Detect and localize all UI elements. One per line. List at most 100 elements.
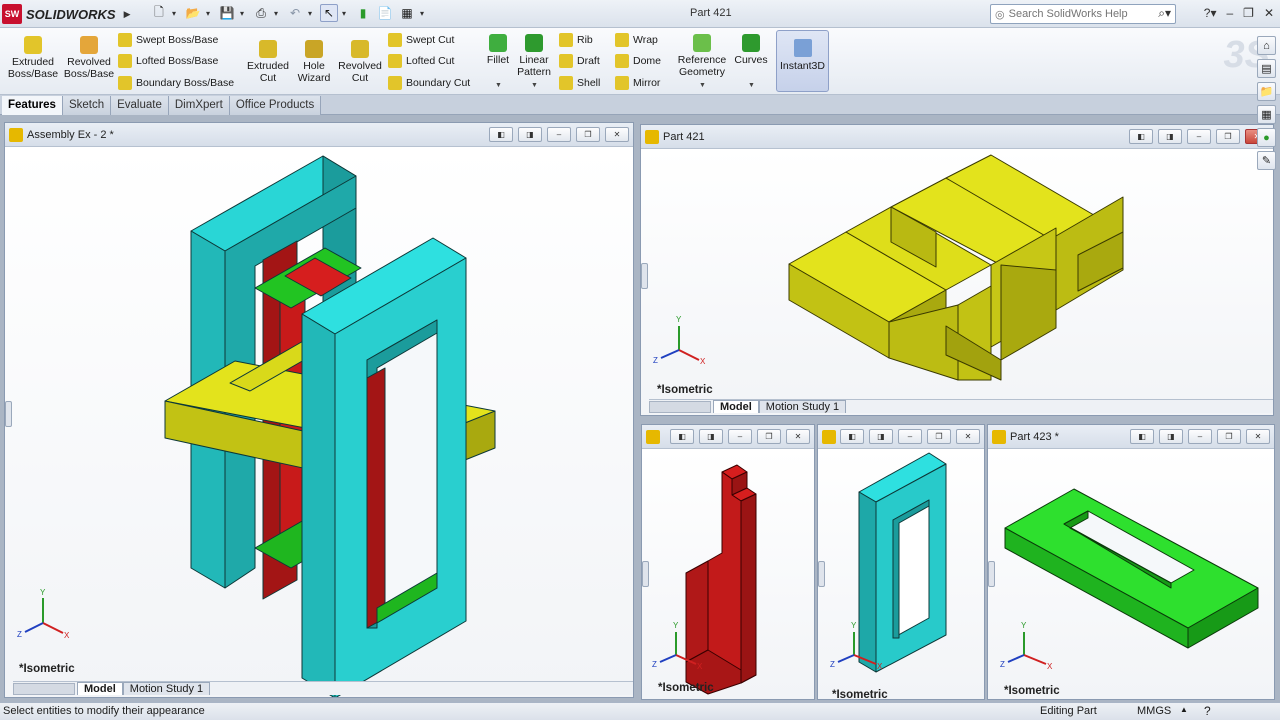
design-library-icon[interactable]: ▤ <box>1257 59 1276 78</box>
restore-icon[interactable]: ❐ <box>1217 429 1241 444</box>
close-icon[interactable]: ✕ <box>786 429 810 444</box>
shell-button[interactable]: Shell <box>559 76 600 90</box>
extruded-cut-button[interactable]: Extruded Cut <box>244 40 292 84</box>
tab-model[interactable]: Model <box>77 682 123 695</box>
fillet-dropdown-icon[interactable]: ▼ <box>495 82 502 89</box>
restore-icon[interactable]: ❐ <box>1243 6 1254 20</box>
curves-dropdown-icon[interactable]: ▼ <box>748 82 755 89</box>
close-icon[interactable]: ✕ <box>605 127 629 142</box>
close-icon[interactable]: ✕ <box>1246 429 1270 444</box>
dome-button[interactable]: Dome <box>615 54 661 68</box>
help-icon[interactable]: ?▾ <box>1204 6 1217 20</box>
boundary-boss-button[interactable]: Boundary Boss/Base <box>118 76 234 90</box>
menu-arrow-icon[interactable]: ▶ <box>124 9 131 20</box>
part423-window[interactable]: Part 423 * ◧ ◨ – ❐ ✕ Y X Z *Isometric <box>987 424 1275 700</box>
feature-tree-handle[interactable] <box>5 401 12 427</box>
instant3d-button[interactable]: Instant3D <box>776 30 829 92</box>
assembly-window[interactable]: Assembly Ex - 2 * ◧ ◨ – ❐ ✕ Y X Z *Isome… <box>4 122 634 698</box>
hole-wizard-button[interactable]: Hole Wizard <box>292 40 336 84</box>
revolved-boss-button[interactable]: Revolved Boss/Base <box>62 36 116 80</box>
part-cyan-window[interactable]: ◧ ◨ – ❐ ✕ Y X Z *Isometric <box>817 424 985 700</box>
tab-model[interactable]: Model <box>713 400 759 413</box>
solidworks-logo[interactable]: SW SOLIDWORKS ▶ <box>2 3 130 25</box>
unit-system[interactable]: MMGS <box>1137 705 1171 717</box>
wrap-button[interactable]: Wrap <box>615 33 658 47</box>
tile-left-icon[interactable]: ◧ <box>840 429 864 444</box>
fillet-button[interactable]: Fillet <box>484 34 512 66</box>
curves-button[interactable]: Curves <box>732 34 770 66</box>
search-icon[interactable]: ⌕▾ <box>1158 6 1171 21</box>
linear-pattern-button[interactable]: Linear Pattern <box>514 34 554 78</box>
tile-left-icon[interactable]: ◧ <box>489 127 513 142</box>
close-icon[interactable]: ✕ <box>1264 6 1274 20</box>
revolved-cut-button[interactable]: Revolved Cut <box>336 40 384 84</box>
status-help-icon[interactable]: ? <box>1204 704 1211 718</box>
tab-motion-study[interactable]: Motion Study 1 <box>122 682 211 695</box>
help-search-box[interactable]: ◎ ⌕▾ <box>990 4 1176 24</box>
restore-icon[interactable]: ❐ <box>576 127 600 142</box>
print-icon[interactable]: ⎙ <box>252 4 270 22</box>
select-pointer-icon[interactable]: ↖ <box>320 4 338 22</box>
part-cyan-viewport[interactable]: Y X Z *Isometric <box>818 450 984 699</box>
tile-right-icon[interactable]: ◨ <box>869 429 893 444</box>
rib-button[interactable]: Rib <box>559 33 593 47</box>
draft-button[interactable]: Draft <box>559 54 600 68</box>
part421-viewport[interactable]: Y X Z *Isometric <box>641 150 1273 415</box>
boundary-cut-button[interactable]: Boundary Cut <box>388 76 470 90</box>
minimize-icon[interactable]: – <box>547 127 571 142</box>
mirror-button[interactable]: Mirror <box>615 76 660 90</box>
feature-tree-handle[interactable] <box>642 561 649 587</box>
minimize-icon[interactable]: – <box>1226 6 1233 20</box>
lofted-boss-button[interactable]: Lofted Boss/Base <box>118 54 218 68</box>
extruded-boss-button[interactable]: Extruded Boss/Base <box>6 36 60 80</box>
tile-right-icon[interactable]: ◨ <box>1158 129 1182 144</box>
file-properties-icon[interactable]: 📄 <box>376 4 394 22</box>
part423-viewport[interactable]: Y X Z *Isometric <box>988 450 1274 699</box>
tile-right-icon[interactable]: ◨ <box>699 429 723 444</box>
tile-left-icon[interactable]: ◧ <box>670 429 694 444</box>
swept-cut-button[interactable]: Swept Cut <box>388 33 454 47</box>
undo-icon[interactable]: ↶ <box>286 4 304 22</box>
tab-office-products[interactable]: Office Products <box>229 96 322 115</box>
tile-left-icon[interactable]: ◧ <box>1130 429 1154 444</box>
assembly-viewport[interactable]: Y X Z *Isometric <box>5 148 633 697</box>
tab-features[interactable]: Features <box>2 96 63 115</box>
restore-icon[interactable]: ❐ <box>757 429 781 444</box>
restore-icon[interactable]: ❐ <box>927 429 951 444</box>
tab-scroll-arrows[interactable] <box>13 683 75 695</box>
tab-dimxpert[interactable]: DimXpert <box>168 96 230 115</box>
tab-evaluate[interactable]: Evaluate <box>111 96 169 115</box>
appearances-icon[interactable]: ● <box>1257 128 1276 147</box>
pattern-dropdown-icon[interactable]: ▼ <box>531 82 538 89</box>
tile-right-icon[interactable]: ◨ <box>518 127 542 142</box>
file-explorer-icon[interactable]: 📁 <box>1257 82 1276 101</box>
close-icon[interactable]: ✕ <box>956 429 980 444</box>
reference-geometry-button[interactable]: Reference Geometry <box>674 34 730 78</box>
tab-motion-study[interactable]: Motion Study 1 <box>758 400 847 413</box>
feature-tree-handle[interactable] <box>641 263 648 289</box>
restore-icon[interactable]: ❐ <box>1216 129 1240 144</box>
part-red-window[interactable]: ◧ ◨ – ❐ ✕ Y X Z *Isometric <box>641 424 815 700</box>
minimize-icon[interactable]: – <box>1188 429 1212 444</box>
units-caret-icon[interactable]: ▲ <box>1180 705 1188 714</box>
new-document-icon[interactable]: 🗋 <box>150 4 168 22</box>
swept-boss-button[interactable]: Swept Boss/Base <box>118 33 218 47</box>
minimize-icon[interactable]: – <box>1187 129 1211 144</box>
home-icon[interactable]: ⌂ <box>1257 36 1276 55</box>
tab-sketch[interactable]: Sketch <box>62 96 112 115</box>
feature-tree-handle[interactable] <box>818 561 825 587</box>
tile-left-icon[interactable]: ◧ <box>1129 129 1153 144</box>
view-palette-icon[interactable]: ▦ <box>1257 105 1276 124</box>
help-search-input[interactable] <box>1008 8 1149 20</box>
feature-tree-handle[interactable] <box>988 561 995 587</box>
reference-dropdown-icon[interactable]: ▼ <box>699 82 706 89</box>
lofted-cut-button[interactable]: Lofted Cut <box>388 54 454 68</box>
minimize-icon[interactable]: – <box>728 429 752 444</box>
options-icon[interactable]: ▦ <box>398 4 416 22</box>
part421-window[interactable]: Part 421 ◧ ◨ – ❐ ✕ <box>640 124 1274 416</box>
save-icon[interactable]: 💾 <box>218 4 236 22</box>
custom-properties-icon[interactable]: ✎ <box>1257 151 1276 170</box>
open-folder-icon[interactable]: 📂 <box>184 4 202 22</box>
tile-right-icon[interactable]: ◨ <box>1159 429 1183 444</box>
part-red-viewport[interactable]: Y X Z *Isometric <box>642 450 814 699</box>
